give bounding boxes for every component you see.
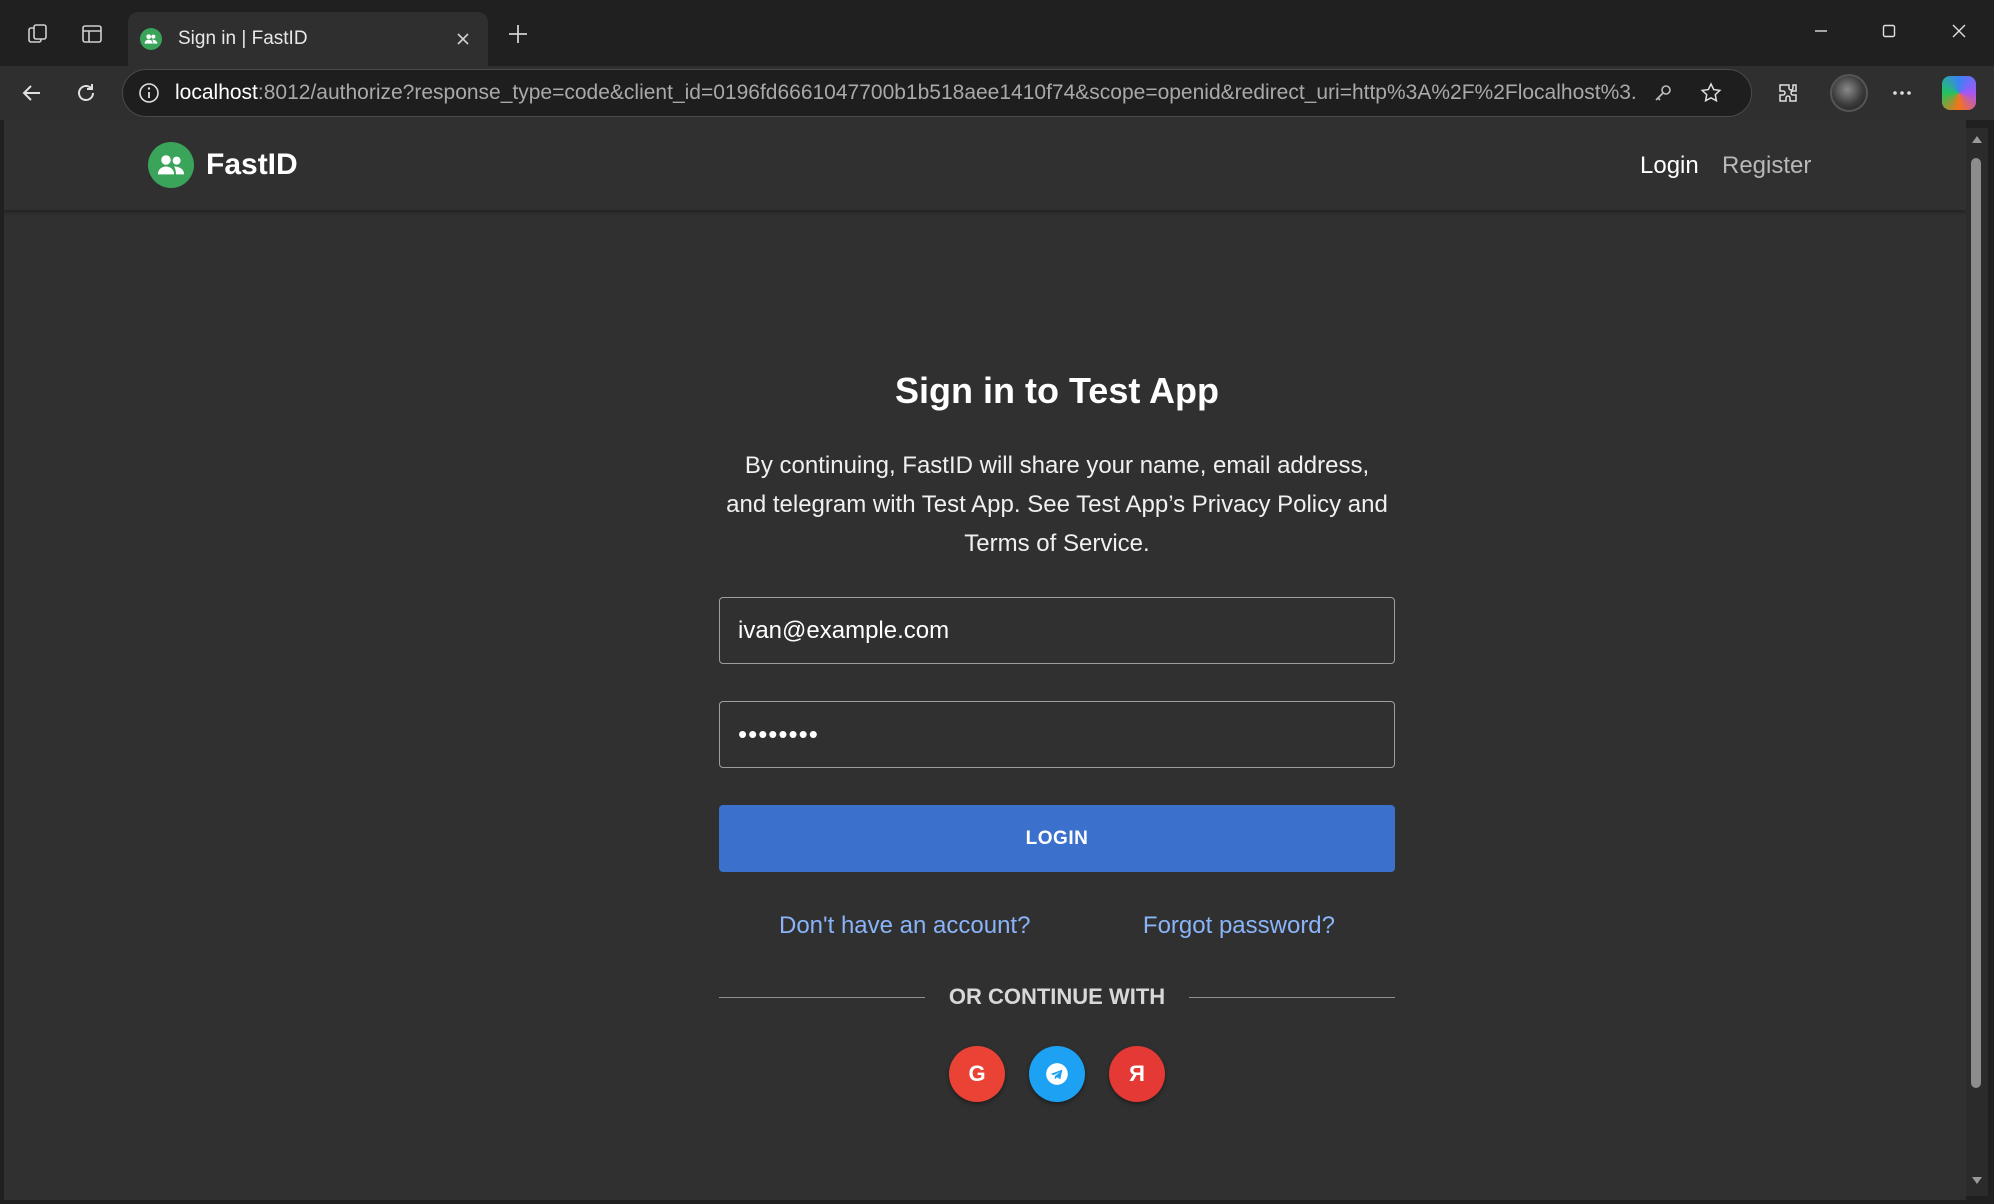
login-button[interactable]: LOGIN (719, 805, 1395, 872)
auth-links: Don't have an account? Forgot password? (719, 912, 1395, 942)
browser-toolbar: localhost:8012/authorize?response_type=c… (0, 66, 1994, 120)
extensions-icon[interactable] (1766, 72, 1810, 114)
scroll-up-icon[interactable] (1971, 134, 1983, 146)
site-info-icon[interactable] (135, 79, 163, 107)
brand-name: FastID (206, 148, 298, 181)
maximize-icon[interactable] (1854, 6, 1924, 56)
nav-login-link[interactable]: Login (1640, 152, 1699, 180)
password-field[interactable]: •••••••• (719, 701, 1395, 768)
url-path: :8012/authorize?response_type=code&clien… (257, 81, 1635, 104)
google-login-button[interactable]: G (949, 1046, 1005, 1102)
divider-line-left (719, 996, 925, 998)
browser-window: Sign in | FastID localhost:8012/authoriz… (0, 0, 1994, 1204)
password-key-icon[interactable] (1643, 73, 1683, 113)
telegram-icon (1046, 1063, 1068, 1085)
fastid-favicon-icon (140, 28, 162, 50)
scrollbar-thumb[interactable] (1971, 158, 1981, 1088)
tab-strip: Sign in | FastID (0, 0, 1994, 66)
divider-line-right (1189, 996, 1396, 998)
page-title: Sign in to Test App (895, 370, 1219, 411)
google-icon: G (968, 1061, 986, 1086)
tab-title: Sign in | FastID (178, 28, 308, 49)
users-group-icon (148, 142, 194, 188)
yandex-login-button[interactable]: Я (1109, 1046, 1165, 1102)
close-window-icon[interactable] (1924, 6, 1994, 56)
signup-link[interactable]: Don't have an account? (779, 912, 1030, 940)
url-text: localhost:8012/authorize?response_type=c… (175, 81, 1635, 105)
brand-logo[interactable]: FastID (148, 142, 298, 188)
signin-form: Sign in to Test App By continuing, FastI… (719, 370, 1396, 1102)
yandex-icon: Я (1129, 1061, 1145, 1086)
more-menu-icon[interactable] (1880, 72, 1924, 114)
url-host: localhost (175, 81, 258, 104)
telegram-login-button[interactable] (1029, 1046, 1085, 1102)
scroll-down-icon[interactable] (1971, 1174, 1983, 1186)
email-field[interactable]: ivan@example.com (719, 597, 1395, 664)
profile-avatar[interactable] (1830, 74, 1868, 112)
page-scrollbar[interactable] (1966, 128, 1988, 1196)
reload-icon[interactable] (64, 72, 108, 114)
social-login-row: G Я (719, 1046, 1395, 1102)
forgot-password-link[interactable]: Forgot password? (1143, 912, 1335, 940)
copilot-icon[interactable] (1942, 76, 1976, 110)
favorite-star-icon[interactable] (1691, 73, 1731, 113)
back-icon[interactable] (10, 72, 54, 114)
tab-close-icon[interactable] (448, 24, 478, 54)
new-tab-icon[interactable] (498, 16, 538, 52)
address-bar[interactable]: localhost:8012/authorize?response_type=c… (122, 69, 1752, 117)
divider-text: OR CONTINUE WITH (948, 984, 1166, 1009)
minimize-icon[interactable] (1786, 6, 1856, 56)
tab-active[interactable]: Sign in | FastID (128, 12, 488, 66)
vertical-tabs-icon[interactable] (72, 16, 112, 52)
page-viewport: FastID Login Register Sign in to Test Ap… (4, 120, 1966, 1200)
nav-register-link[interactable]: Register (1722, 152, 1811, 180)
site-navbar: FastID Login Register (4, 120, 1966, 210)
divider: OR CONTINUE WITH (719, 984, 1396, 1010)
consent-description: By continuing, FastID will share your na… (726, 452, 1388, 557)
workspaces-icon[interactable] (18, 16, 58, 52)
